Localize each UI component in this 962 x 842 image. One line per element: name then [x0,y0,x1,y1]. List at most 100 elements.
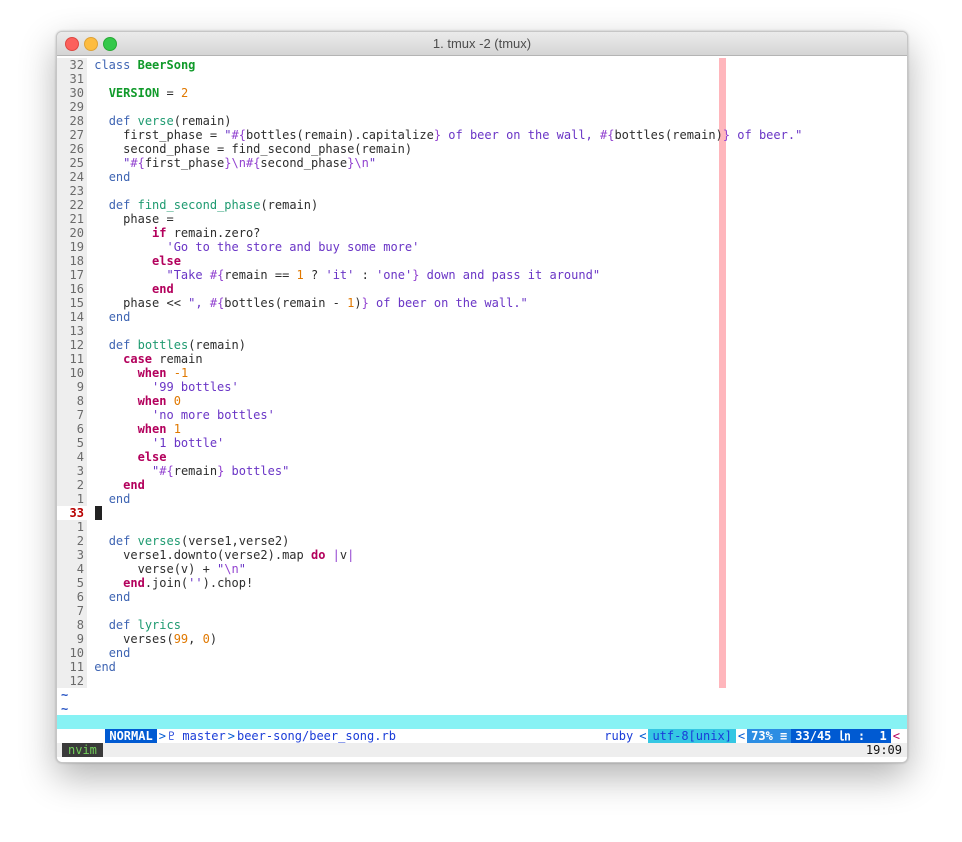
code-line[interactable]: 23 [57,184,94,198]
code-line[interactable]: 21 phase = [57,212,174,226]
line-number: 21 [57,212,87,226]
code-text[interactable]: "#{first_phase}\n#{second_phase}\n" [87,156,376,170]
line-number: 1 [57,520,87,534]
code-text[interactable]: class BeerSong [87,58,195,72]
code-line[interactable]: 25 "#{first_phase}\n#{second_phase}\n" [57,156,376,170]
code-line[interactable]: 11 case remain [57,352,203,366]
code-line[interactable]: 12 [57,674,94,688]
code-line[interactable]: 2 end [57,478,145,492]
code-text[interactable]: def find_second_phase(remain) [87,198,319,212]
code-text[interactable]: 'no more bottles' [87,408,275,422]
window-title: 1. tmux -2 (tmux) [432,36,532,51]
code-line[interactable]: 4 else [57,450,166,464]
code-text[interactable]: "Take #{remain == 1 ? 'it' : 'one'} down… [87,268,600,282]
title-bar[interactable]: 1. tmux -2 (tmux) [57,32,907,56]
code-line[interactable]: 5 '1 bottle' [57,436,224,450]
code-text[interactable]: def verse(remain) [87,114,232,128]
code-line[interactable]: 24 end [57,170,130,184]
code-line[interactable]: 12 def bottles(remain) [57,338,246,352]
code-text[interactable]: end [87,310,131,324]
code-text[interactable]: end.join('').chop! [87,576,253,590]
code-text[interactable]: verses(99, 0) [87,632,217,646]
code-text[interactable]: verse(v) + "\n" [87,562,246,576]
code-text[interactable]: end [87,282,174,296]
line-number: 8 [57,618,87,632]
code-text[interactable]: second_phase = find_second_phase(remain) [87,142,412,156]
code-text[interactable] [87,506,94,520]
code-line[interactable]: 3 "#{remain} bottles" [57,464,289,478]
code-text[interactable] [87,520,94,534]
code-line[interactable]: 10 when -1 [57,366,188,380]
code-text[interactable]: end [87,646,131,660]
code-text[interactable]: end [87,492,131,506]
code-line[interactable]: 16 end [57,282,174,296]
code-line[interactable]: 11 end [57,660,116,674]
code-text[interactable]: end [87,660,116,674]
code-line[interactable]: 15 phase << ", #{bottles(remain - 1)} of… [57,296,528,310]
code-line[interactable]: 27 first_phase = "#{bottles(remain).capi… [57,128,802,142]
code-text[interactable]: def bottles(remain) [87,338,246,352]
code-text[interactable]: verse1.downto(verse2).map do |v| [87,548,354,562]
code-text[interactable]: when -1 [87,366,189,380]
code-text[interactable]: end [87,170,131,184]
code-line[interactable]: 32 class BeerSong [57,58,195,72]
code-line[interactable]: 7 [57,604,94,618]
line-number: 2 [57,478,87,492]
code-line[interactable]: 29 [57,100,94,114]
code-text[interactable] [87,324,94,338]
code-line[interactable]: 1 [57,520,94,534]
code-line[interactable]: 22 def find_second_phase(remain) [57,198,318,212]
code-line[interactable]: 13 [57,324,94,338]
code-text[interactable]: else [87,450,167,464]
code-line[interactable]: 28 def verse(remain) [57,114,232,128]
code-line[interactable]: 9 '99 bottles' [57,380,239,394]
code-line[interactable]: 3 verse1.downto(verse2).map do |v| [57,548,354,562]
code-text[interactable]: else [87,254,181,268]
code-text[interactable]: end [87,478,145,492]
code-line[interactable]: 5 end.join('').chop! [57,576,253,590]
code-line[interactable]: 6 end [57,590,130,604]
code-line[interactable]: 18 else [57,254,181,268]
code-text[interactable]: if remain.zero? [87,226,260,240]
code-text[interactable] [87,72,94,86]
code-line[interactable]: 14 end [57,310,130,324]
tilde-marker: ~ [61,702,69,716]
code-text[interactable]: '99 bottles' [87,380,239,394]
current-code-line[interactable]: 33 [57,506,103,520]
code-line[interactable]: 9 verses(99, 0) [57,632,217,646]
line-number: 4 [57,450,87,464]
code-text[interactable] [87,100,94,114]
code-text[interactable]: phase << ", #{bottles(remain - 1)} of be… [87,296,528,310]
code-text[interactable]: when 0 [87,394,181,408]
code-text[interactable]: "#{remain} bottles" [87,464,289,478]
code-line[interactable]: 10 end [57,646,130,660]
code-text[interactable]: first_phase = "#{bottles(remain).capital… [87,128,802,142]
code-line[interactable]: 8 when 0 [57,394,181,408]
code-line[interactable]: 2 def verses(verse1,verse2) [57,534,289,548]
code-text[interactable] [87,604,94,618]
code-line[interactable]: 20 if remain.zero? [57,226,260,240]
code-line[interactable]: 1 end [57,492,130,506]
tmux-window-tab[interactable]: nvim [62,743,103,757]
code-text[interactable] [87,184,94,198]
code-line[interactable]: 4 verse(v) + "\n" [57,562,246,576]
code-line[interactable]: 26 second_phase = find_second_phase(rema… [57,142,412,156]
code-line[interactable]: 7 'no more bottles' [57,408,275,422]
code-line[interactable]: 17 "Take #{remain == 1 ? 'it' : 'one'} d… [57,268,600,282]
code-line[interactable]: 19 'Go to the store and buy some more' [57,240,419,254]
code-line[interactable]: 30 VERSION = 2 [57,86,188,100]
code-text[interactable]: case remain [87,352,202,366]
code-text[interactable]: end [87,590,131,604]
code-line[interactable]: 31 [57,72,94,86]
code-text[interactable]: def lyrics [87,618,181,632]
code-line[interactable]: 6 when 1 [57,422,181,436]
code-text[interactable]: phase = [87,212,174,226]
code-text[interactable]: when 1 [87,422,181,436]
code-text[interactable] [87,674,94,688]
code-text[interactable]: def verses(verse1,verse2) [87,534,290,548]
code-text[interactable]: 'Go to the store and buy some more' [87,240,419,254]
terminal-area[interactable]: 32 class BeerSong 31 30 VERSION = 2 29 28 … [57,56,907,762]
code-text[interactable]: '1 bottle' [87,436,224,450]
code-text[interactable]: VERSION = 2 [87,86,189,100]
code-line[interactable]: 8 def lyrics [57,618,181,632]
